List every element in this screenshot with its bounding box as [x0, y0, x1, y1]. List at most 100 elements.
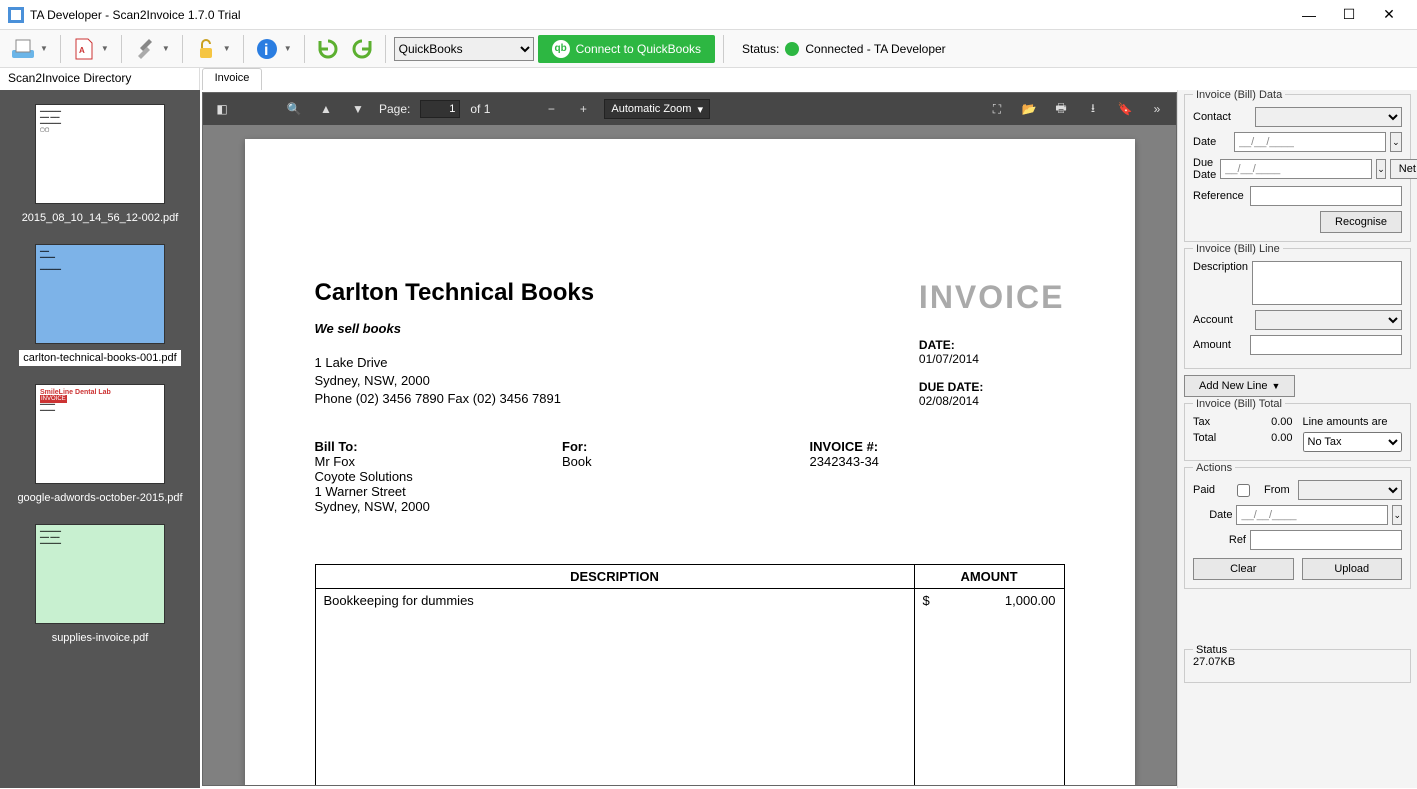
more-icon[interactable]: » — [1146, 98, 1168, 120]
from-label: From — [1264, 484, 1294, 496]
description-label: Description — [1193, 261, 1248, 273]
file-name: supplies-invoice.pdf — [48, 630, 153, 646]
for-value: Book — [562, 454, 810, 469]
file-thumbnail[interactable]: ━━━━━━━━━━ ━━━━━━━━━━ supplies-invoice.p… — [0, 518, 200, 652]
billto-addr1: 1 Warner Street — [315, 484, 563, 499]
line-description: Bookkeeping for dummies — [315, 588, 914, 612]
date-dropdown-icon[interactable]: ⌄ — [1390, 132, 1402, 152]
prev-page-icon[interactable]: ▲ — [315, 98, 337, 120]
company-addr2: Sydney, NSW, 2000 — [315, 372, 595, 390]
billto-name: Mr Fox — [315, 454, 563, 469]
zoom-in-icon[interactable]: + — [572, 98, 594, 120]
due-value: 02/08/2014 — [919, 394, 1065, 408]
company-tagline: We sell books — [315, 321, 595, 336]
scan-icon[interactable] — [8, 34, 38, 64]
info-dropdown-icon[interactable]: ▼ — [284, 44, 292, 53]
info-icon[interactable]: i — [252, 34, 282, 64]
pdf-page-wrap[interactable]: Carlton Technical Books We sell books 1 … — [203, 125, 1176, 785]
pdf-dropdown-icon[interactable]: ▼ — [101, 44, 109, 53]
zoom-select[interactable]: Automatic Zoom▾ — [604, 99, 710, 119]
page-input[interactable] — [420, 100, 460, 118]
bookmark-icon[interactable]: 🔖 — [1114, 98, 1136, 120]
invno-label: INVOICE #: — [810, 439, 1058, 454]
tab-invoice[interactable]: Invoice — [202, 68, 262, 90]
minimize-button[interactable]: — — [1289, 1, 1329, 29]
date-label: DATE: — [919, 338, 1065, 352]
group-title: Invoice (Bill) Data — [1193, 90, 1285, 101]
directory-sidebar: ━━━━━━━━━━ ━━━━━━━━━━▢▢ 2015_08_10_14_56… — [0, 90, 200, 788]
account-select[interactable] — [1255, 310, 1402, 330]
data-panel: Invoice (Bill) Data Contact Date ⌄ Due D… — [1177, 90, 1417, 788]
paid-date-input[interactable] — [1236, 505, 1388, 525]
status-text: Connected - TA Developer — [805, 42, 945, 56]
date-value: 01/07/2014 — [919, 352, 1065, 366]
lock-dropdown-icon[interactable]: ▼ — [223, 44, 231, 53]
quickbooks-icon: qb — [552, 40, 570, 58]
lock-icon[interactable] — [191, 34, 221, 64]
company-name: Carlton Technical Books — [315, 279, 595, 307]
invoice-heading: INVOICE — [919, 279, 1065, 316]
file-name: carlton-technical-books-001.pdf — [19, 350, 180, 366]
amount-input[interactable] — [1250, 335, 1402, 355]
status-label: Status: — [742, 42, 779, 56]
group-title: Actions — [1193, 462, 1235, 474]
group-title: Invoice (Bill) Line — [1193, 243, 1283, 255]
paid-checkbox[interactable] — [1237, 484, 1250, 497]
status-title: Status — [1193, 644, 1230, 656]
print-icon[interactable]: 🖶 — [1050, 98, 1072, 120]
connect-quickbooks-button[interactable]: qb Connect to QuickBooks — [538, 35, 715, 63]
tax-value: 0.00 — [1271, 416, 1292, 428]
pdf-icon[interactable]: A — [69, 34, 99, 64]
duedate-label: Due Date — [1193, 157, 1216, 181]
invoice-total-group: Invoice (Bill) Total Tax0.00 Total0.00 L… — [1184, 403, 1411, 461]
recognise-button[interactable]: Recognise — [1320, 211, 1402, 233]
paid-date-dropdown-icon[interactable]: ⌄ — [1392, 505, 1402, 525]
paid-ref-input[interactable] — [1250, 530, 1402, 550]
add-line-button[interactable]: Add New Line▼ — [1184, 375, 1295, 397]
tax-type-select[interactable]: No Tax — [1303, 432, 1403, 452]
redo-icon[interactable] — [347, 34, 377, 64]
total-label: Total — [1193, 432, 1216, 444]
company-addr1: 1 Lake Drive — [315, 354, 595, 372]
undo-icon[interactable] — [313, 34, 343, 64]
maximize-button[interactable]: ☐ — [1329, 1, 1369, 29]
accounting-select[interactable]: QuickBooks — [394, 37, 534, 61]
file-thumbnail[interactable]: ━━━━━━━━━━━━━━━ carlton-technical-books-… — [0, 238, 200, 372]
net-terms-select[interactable]: Net 30 — [1390, 159, 1417, 179]
billto-addr2: Sydney, NSW, 2000 — [315, 499, 563, 514]
tools-icon[interactable] — [130, 34, 160, 64]
fullscreen-icon[interactable]: ⛶ — [986, 98, 1008, 120]
clear-button[interactable]: Clear — [1193, 558, 1294, 580]
duedate-dropdown-icon[interactable]: ⌄ — [1376, 159, 1386, 179]
date-input[interactable] — [1234, 132, 1386, 152]
account-label: Account — [1193, 314, 1251, 326]
actions-group: Actions Paid From Date ⌄ Ref Clear Uploa… — [1184, 467, 1411, 589]
paid-ref-label: Ref — [1229, 534, 1246, 546]
search-icon[interactable]: 🔍 — [283, 98, 305, 120]
description-input[interactable] — [1252, 261, 1402, 305]
title-bar: TA Developer - Scan2Invoice 1.7.0 Trial … — [0, 0, 1417, 30]
from-select[interactable] — [1298, 480, 1402, 500]
download-icon[interactable]: ⭳ — [1082, 98, 1104, 120]
invoice-data-group: Invoice (Bill) Data Contact Date ⌄ Due D… — [1184, 94, 1411, 242]
next-page-icon[interactable]: ▼ — [347, 98, 369, 120]
sidebar-toggle-icon[interactable]: ◧ — [211, 98, 233, 120]
open-icon[interactable]: 📂 — [1018, 98, 1040, 120]
close-button[interactable]: ✕ — [1369, 1, 1409, 29]
thumbnail-image: ━━━━━━━━━━ ━━━━━━━━━━▢▢ — [35, 104, 165, 204]
tools-dropdown-icon[interactable]: ▼ — [162, 44, 170, 53]
pdf-page: Carlton Technical Books We sell books 1 … — [245, 139, 1135, 785]
file-thumbnail[interactable]: ━━━━━━━━━━ ━━━━━━━━━━▢▢ 2015_08_10_14_56… — [0, 98, 200, 232]
reference-input[interactable] — [1250, 186, 1402, 206]
amount-label: Amount — [1193, 339, 1246, 351]
thumbnail-image: SmileLine Dental LabINVOICE━━━━━━━━━━ — [35, 384, 165, 484]
duedate-input[interactable] — [1220, 159, 1372, 179]
zoom-out-icon[interactable]: − — [540, 98, 562, 120]
contact-select[interactable] — [1255, 107, 1402, 127]
file-thumbnail[interactable]: SmileLine Dental LabINVOICE━━━━━━━━━━ go… — [0, 378, 200, 512]
total-value: 0.00 — [1271, 432, 1292, 444]
window-title: TA Developer - Scan2Invoice 1.7.0 Trial — [30, 8, 1289, 22]
upload-button[interactable]: Upload — [1302, 558, 1403, 580]
paid-label: Paid — [1193, 484, 1233, 496]
scan-dropdown-icon[interactable]: ▼ — [40, 44, 48, 53]
